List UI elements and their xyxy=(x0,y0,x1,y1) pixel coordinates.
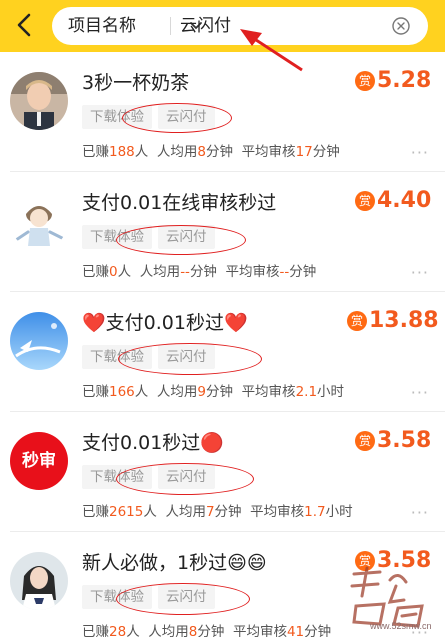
search-category-selector[interactable]: 项目名称 xyxy=(68,7,136,45)
review-label: 平均审核 xyxy=(225,264,280,280)
more-options-icon[interactable]: ··· xyxy=(411,143,429,162)
task-stats: 已赚0人 人均用--分钟 平均审核--分钟 xyxy=(82,260,316,280)
avatar xyxy=(10,312,68,370)
annotation-circle xyxy=(116,463,254,495)
avg-time-label: 人均用 xyxy=(156,144,198,160)
reward-badge-icon: 赏 xyxy=(355,191,375,211)
annotation-circle xyxy=(116,225,246,255)
reward-badge-icon: 赏 xyxy=(347,311,367,331)
annotation-circle xyxy=(118,343,262,375)
more-options-icon[interactable]: ··· xyxy=(411,263,429,282)
avg-time-unit: 分钟 xyxy=(205,384,233,400)
earned-label: 已赚 xyxy=(82,504,109,520)
watermark-url: www.52smw.cn xyxy=(370,621,432,631)
more-options-icon[interactable]: ··· xyxy=(411,383,429,402)
review-label: 平均审核 xyxy=(241,384,296,400)
earned-unit: 人 xyxy=(143,504,157,520)
avatar: 秒审 xyxy=(10,432,68,490)
earned-count: 2615 xyxy=(109,504,144,520)
review-unit: 分钟 xyxy=(312,144,340,160)
review-label: 平均审核 xyxy=(241,144,296,160)
review-time-value: 17 xyxy=(295,144,313,160)
task-list: 3秒一杯奶茶 下载体验 云闪付 已赚188人 人均用8分钟 平均审核17分钟 赏… xyxy=(0,52,445,637)
task-item[interactable]: 秒审 支付0.01秒过🔴 下载体验 云闪付 已赚2615人 人均用7分钟 平均审… xyxy=(0,412,445,532)
review-label: 平均审核 xyxy=(232,624,287,637)
avg-time-label: 人均用 xyxy=(165,504,206,520)
reward-badge-icon: 赏 xyxy=(355,71,375,91)
annotation-circle xyxy=(116,583,250,615)
reward: 赏 4.40 xyxy=(355,186,431,216)
review-unit: 小时 xyxy=(317,384,345,400)
review-time-value: 1.7 xyxy=(304,504,326,520)
task-stats: 已赚28人 人均用8分钟 平均审核41分钟 xyxy=(82,620,331,637)
avg-time-unit: 分钟 xyxy=(197,624,225,637)
task-title: 新人必做，1秒过😄😄 xyxy=(82,552,267,574)
reward-price: 3.58 xyxy=(377,428,432,453)
avg-time-label: 人均用 xyxy=(148,624,189,637)
earned-label: 已赚 xyxy=(82,384,109,400)
review-unit: 小时 xyxy=(325,504,353,520)
reward-price: 13.88 xyxy=(369,308,439,333)
task-stats: 已赚188人 人均用8分钟 平均审核17分钟 xyxy=(82,140,340,160)
more-options-icon[interactable]: ··· xyxy=(411,503,429,522)
earned-label: 已赚 xyxy=(82,624,109,637)
reward: 赏 3.58 xyxy=(355,426,431,456)
task-item[interactable]: 支付0.01在线审核秒过 下载体验 云闪付 已赚0人 人均用--分钟 平均审核-… xyxy=(0,172,445,292)
avg-time-value: 9 xyxy=(197,384,206,400)
review-unit: 分钟 xyxy=(304,624,332,637)
earned-label: 已赚 xyxy=(82,264,109,280)
top-bar: 项目名称 xyxy=(0,0,445,52)
task-title: ❤️支付0.01秒过❤️ xyxy=(82,312,248,334)
avg-time-value: -- xyxy=(180,264,190,280)
search-bar: 项目名称 xyxy=(52,7,428,45)
task-item[interactable]: 3秒一杯奶茶 下载体验 云闪付 已赚188人 人均用8分钟 平均审核17分钟 赏… xyxy=(0,52,445,172)
reward-price: 4.40 xyxy=(377,188,432,213)
review-label: 平均审核 xyxy=(250,504,305,520)
reward: 赏 13.88 xyxy=(347,306,439,336)
review-unit: 分钟 xyxy=(289,264,317,280)
task-title: 支付0.01秒过🔴 xyxy=(82,432,224,454)
reward: 赏 5.28 xyxy=(355,66,431,96)
earned-count: 166 xyxy=(109,384,135,400)
avg-time-unit: 分钟 xyxy=(189,264,217,280)
avg-time-value: 7 xyxy=(205,504,215,520)
earned-unit: 人 xyxy=(134,144,149,160)
review-time-value: 41 xyxy=(286,624,305,637)
clear-search-icon[interactable] xyxy=(391,16,411,36)
avatar-text: 秒审 xyxy=(22,451,56,471)
earned-count: 188 xyxy=(109,144,135,160)
avatar xyxy=(10,192,68,250)
search-divider xyxy=(170,17,171,35)
review-time-value: 2.1 xyxy=(295,384,318,400)
avg-time-label: 人均用 xyxy=(139,264,181,280)
annotation-circle xyxy=(122,103,232,133)
task-title: 支付0.01在线审核秒过 xyxy=(82,192,277,214)
avatar xyxy=(10,552,68,610)
earned-count: 28 xyxy=(109,624,127,637)
avg-time-label: 人均用 xyxy=(156,384,198,400)
task-stats: 已赚2615人 人均用7分钟 平均审核1.7小时 xyxy=(82,500,353,520)
earned-count: 0 xyxy=(109,264,118,280)
avg-time-unit: 分钟 xyxy=(214,504,242,520)
task-title: 3秒一杯奶茶 xyxy=(82,72,190,94)
reward-badge-icon: 赏 xyxy=(355,431,375,451)
earned-unit: 人 xyxy=(126,624,140,637)
earned-unit: 人 xyxy=(134,384,149,400)
review-time-value: -- xyxy=(279,264,290,280)
task-stats: 已赚166人 人均用9分钟 平均审核2.1小时 xyxy=(82,380,344,400)
search-input[interactable] xyxy=(180,7,380,45)
earned-label: 已赚 xyxy=(82,144,109,160)
earned-unit: 人 xyxy=(117,264,132,280)
avg-time-value: 8 xyxy=(197,144,206,160)
task-item[interactable]: ❤️支付0.01秒过❤️ 下载体验 云闪付 已赚166人 人均用9分钟 平均审核… xyxy=(0,292,445,412)
reward-price: 5.28 xyxy=(377,68,432,93)
avg-time-unit: 分钟 xyxy=(205,144,233,160)
back-arrow-icon[interactable] xyxy=(10,8,40,42)
avatar xyxy=(10,72,68,130)
